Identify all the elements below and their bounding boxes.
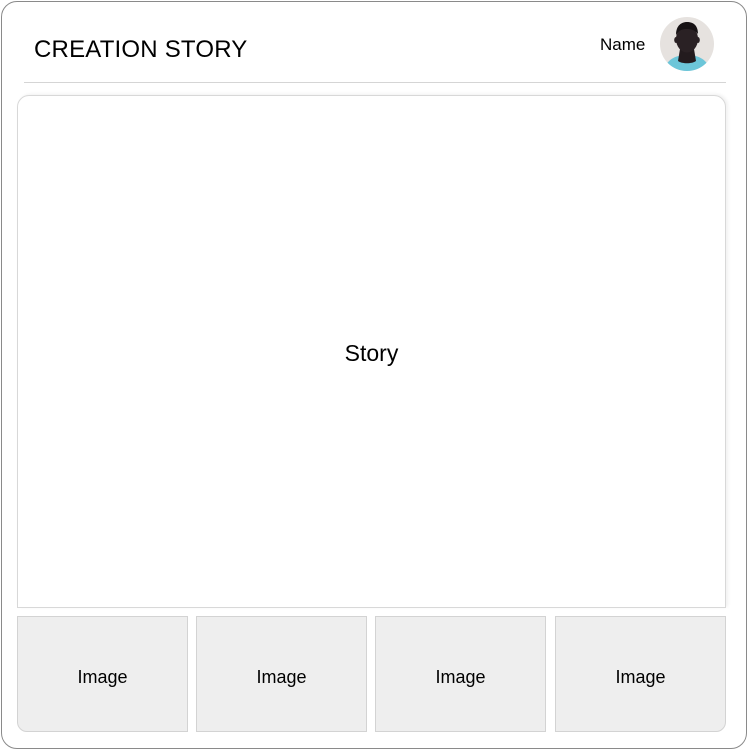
image-label: Image (77, 666, 128, 687)
image-placeholder-3[interactable]: Image (375, 616, 546, 732)
image-placeholder-1[interactable]: Image (17, 616, 188, 732)
story-panel[interactable]: Story (17, 95, 726, 608)
image-placeholder-4[interactable]: Image (555, 616, 726, 732)
user-name-label: Name (600, 35, 646, 54)
image-label: Image (615, 666, 666, 687)
user-avatar-icon[interactable] (660, 17, 714, 71)
story-label: Story (344, 340, 399, 366)
image-label: Image (435, 666, 486, 687)
avatar-illustration (660, 17, 714, 71)
image-label: Image (256, 666, 307, 687)
page-title: CREATION STORY (34, 36, 248, 63)
image-placeholder-2[interactable]: Image (196, 616, 367, 732)
image-gallery: Image Image Image Image (17, 616, 726, 732)
header-divider (24, 82, 726, 83)
